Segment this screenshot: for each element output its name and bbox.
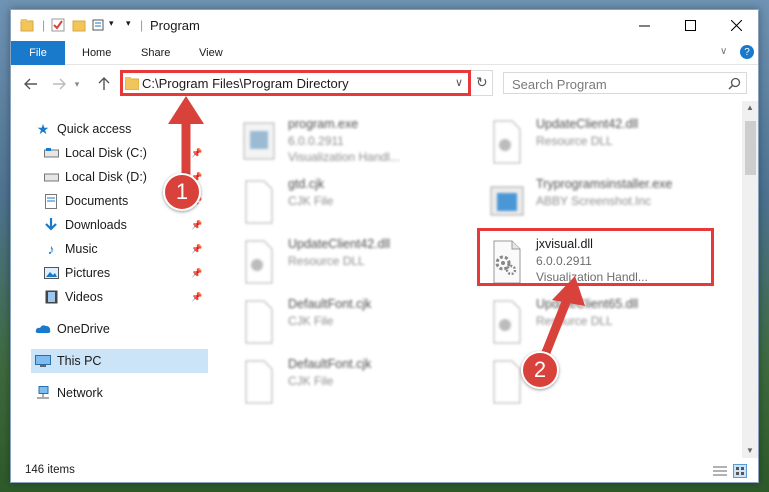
arrow-1-head [168,96,204,124]
step-badge-2: 2 [521,351,559,389]
step-badge-1: 1 [163,173,201,211]
annotation-arrows [168,96,585,360]
arrow-2-head [552,276,585,306]
